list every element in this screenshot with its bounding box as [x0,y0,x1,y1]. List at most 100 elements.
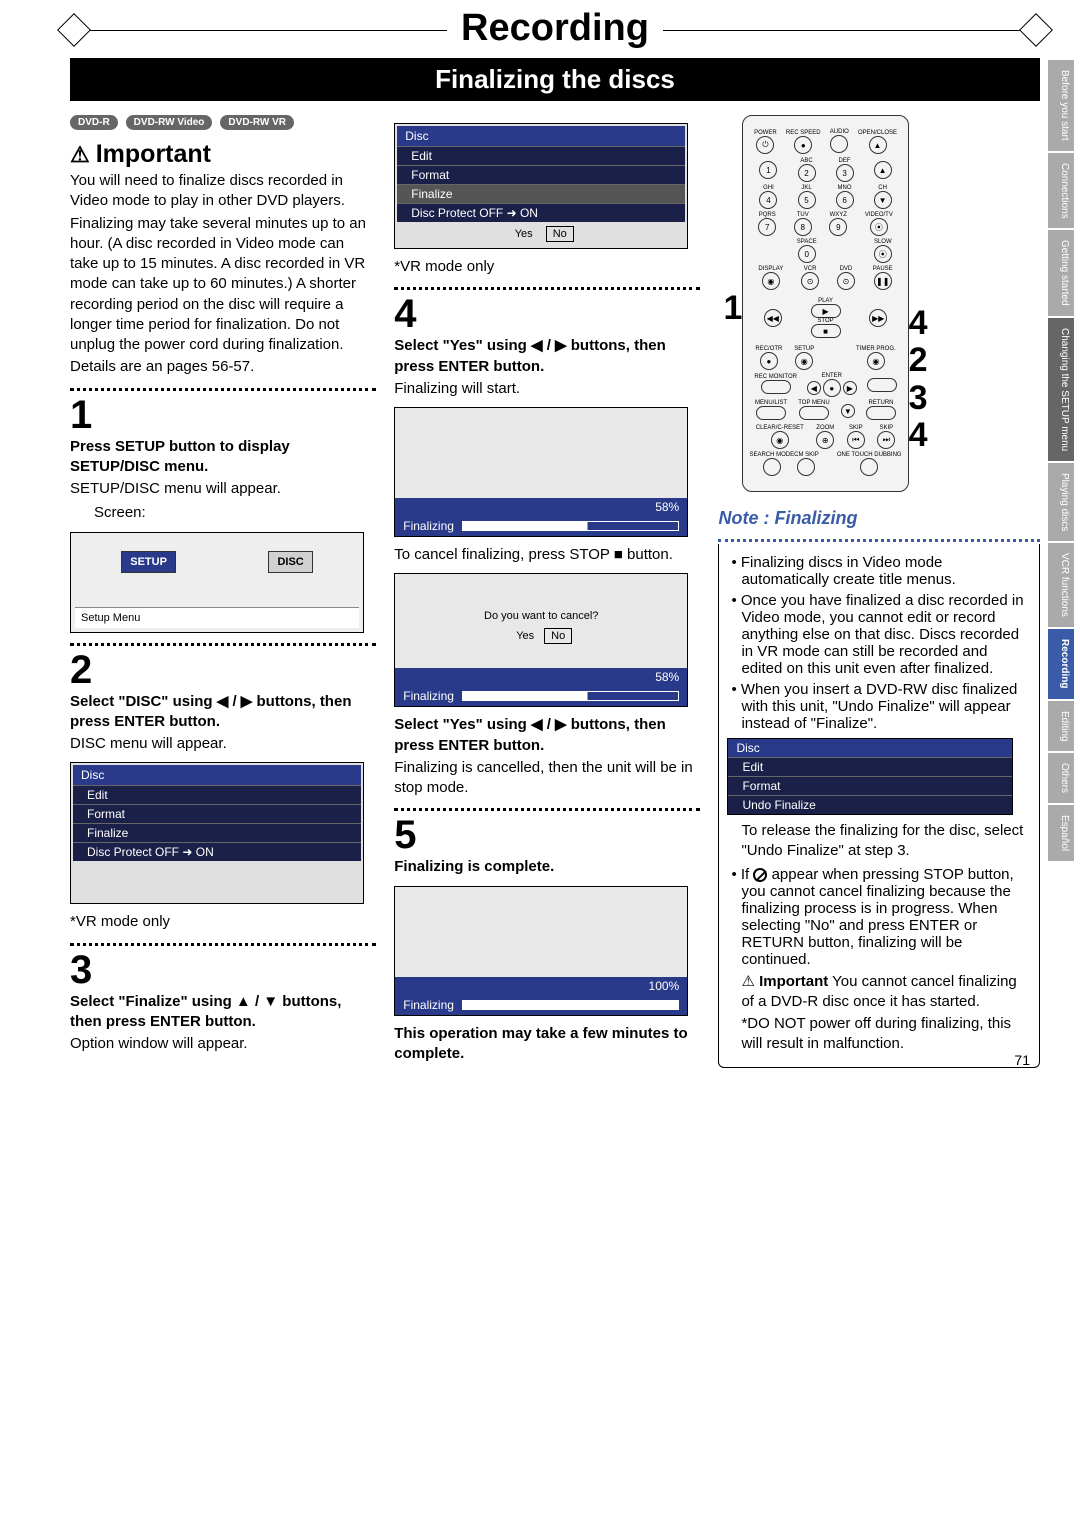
step-number: 2 [70,650,376,690]
screen-label: Screen: [94,503,376,523]
tab-active[interactable]: Recording [1048,629,1074,700]
note-box: Finalizing discs in Video mode automatic… [718,544,1040,1068]
note-heading: Note : Finalizing [718,508,1040,529]
disc-badges: DVD-R DVD-RW Video DVD-RW VR [70,115,376,130]
finalizing-progress-screen: 58% Finalizing [394,407,688,537]
separator [394,287,700,290]
step-text: SETUP/DISC menu will appear. [70,479,376,499]
setup-menu-screen: SETUP DISC Setup Menu [70,532,364,633]
yes-option: Yes [509,227,539,241]
menu-item: Finalize [73,823,361,842]
step-text: Finalizing will start. [394,379,700,399]
warning-text: This operation may take a few minutes to… [394,1024,700,1065]
badge: DVD-R [70,115,118,130]
page-title: Recording [447,7,663,50]
tab[interactable]: Connections [1048,153,1074,231]
menu-item-selected: Finalize [397,184,685,203]
remote-control-diagram: POWER⏻ REC SPEED● AUDIO OPEN/CLOSE▲ 1ABC… [742,115,908,492]
side-tabs: Before you start Connections Getting sta… [1048,60,1074,863]
page-header: Recording [70,30,1040,74]
menu-item: Edit [73,785,361,804]
note-item: When you insert a DVD-RW disc finalized … [731,681,1031,732]
step-text: To cancel finalizing, press STOP ■ butto… [394,545,700,565]
separator [394,808,700,811]
menu-item: Edit [397,146,685,165]
menu-disc-button: DISC [268,551,312,573]
progress-bar [462,691,679,701]
finalizing-complete-screen: 100% Finalizing [394,886,688,1016]
remote-callout: 1 [724,290,743,327]
important-note: ⚠ Important You cannot cancel finalizing… [727,972,1031,1013]
step-text: Finalizing is cancelled, then the unit w… [394,758,700,799]
step-number: 4 [394,294,700,334]
tab[interactable]: VCR functions [1048,543,1074,629]
step-text: Option window will appear. [70,1034,376,1054]
remote-callout: 3 [909,380,928,417]
cancel-question: Do you want to cancel? [395,604,687,624]
menu-item: Format [397,165,685,184]
step-number: 3 [70,950,376,990]
menu-header: Disc [397,126,685,146]
footnote: *VR mode only [70,912,376,932]
yes-no-prompt: Yes No [397,222,685,246]
decor-diamond-right [1019,13,1053,47]
step-text: DISC menu will appear. [70,734,376,754]
separator [70,943,376,946]
badge: DVD-RW Video [126,115,213,130]
menu-item: Format [728,776,1011,795]
menu-caption: Setup Menu [75,607,359,628]
yes-option: Yes [510,629,540,643]
note-item: To release the finalizing for the disc, … [727,821,1031,862]
tab[interactable]: Others [1048,753,1074,805]
step-instruction: Select "Yes" using ◀ / ▶ buttons, then p… [394,336,700,377]
body-text: You will need to finalize discs recorded… [70,171,376,212]
warning-note: *DO NOT power off during finalizing, thi… [727,1014,1031,1055]
progress-bar [462,521,679,531]
menu-item: Edit [728,757,1011,776]
progress-percent: 58% [395,668,687,686]
menu-item: Disc Protect OFF ➜ ON [73,842,361,861]
page-number: 71 [1014,1052,1030,1068]
step-number: 5 [394,815,700,855]
menu-item: Undo Finalize [728,795,1011,814]
tab[interactable]: Changing the SETUP menu [1048,318,1074,463]
progress-label: Finalizing [403,519,454,533]
tab[interactable]: Before you start [1048,60,1074,153]
badge: DVD-RW VR [220,115,294,130]
progress-label: Finalizing [403,998,454,1012]
disc-menu-screen: Disc Edit Format Finalize Disc Protect O… [70,762,364,904]
tab[interactable]: Español [1048,805,1074,863]
footnote: *VR mode only [394,257,700,277]
tab[interactable]: Playing discs [1048,463,1074,543]
no-option: No [544,628,572,644]
note-item: Once you have finalized a disc recorded … [731,592,1031,677]
progress-bar-full [462,1000,679,1010]
separator [70,643,376,646]
separator [70,388,376,391]
progress-percent: 100% [395,977,687,995]
body-text: Details are an pages 56-57. [70,357,376,377]
tab[interactable]: Getting started [1048,230,1074,318]
remote-callout: 2 [909,342,928,379]
menu-header: Disc [728,739,1011,757]
disc-menu-screen: Disc Edit Format Finalize Disc Protect O… [394,123,688,249]
progress-percent: 58% [395,498,687,516]
step-instruction: Press SETUP button to display SETUP/DISC… [70,437,376,478]
undo-finalize-menu: Disc Edit Format Undo Finalize [727,738,1012,815]
menu-item: Disc Protect OFF ➜ ON [397,203,685,222]
no-option: No [546,226,574,242]
body-text: Finalizing may take several minutes up t… [70,214,376,356]
remote-callout: 4 [909,417,928,454]
prohibit-icon [753,868,767,882]
separator [718,539,1040,542]
step-instruction: Select "Finalize" using ▲ / ▼ buttons, t… [70,992,376,1033]
note-item: If appear when pressing STOP button, you… [731,866,1031,968]
important-heading: Important [70,140,376,169]
note-item: Finalizing discs in Video mode automatic… [731,554,1031,588]
decor-diamond-left [57,13,91,47]
step-number: 1 [70,395,376,435]
step-instruction: Select "DISC" using ◀ / ▶ buttons, then … [70,692,376,733]
progress-label: Finalizing [403,689,454,703]
remote-callout: 4 [909,305,928,342]
tab[interactable]: Editing [1048,701,1074,754]
